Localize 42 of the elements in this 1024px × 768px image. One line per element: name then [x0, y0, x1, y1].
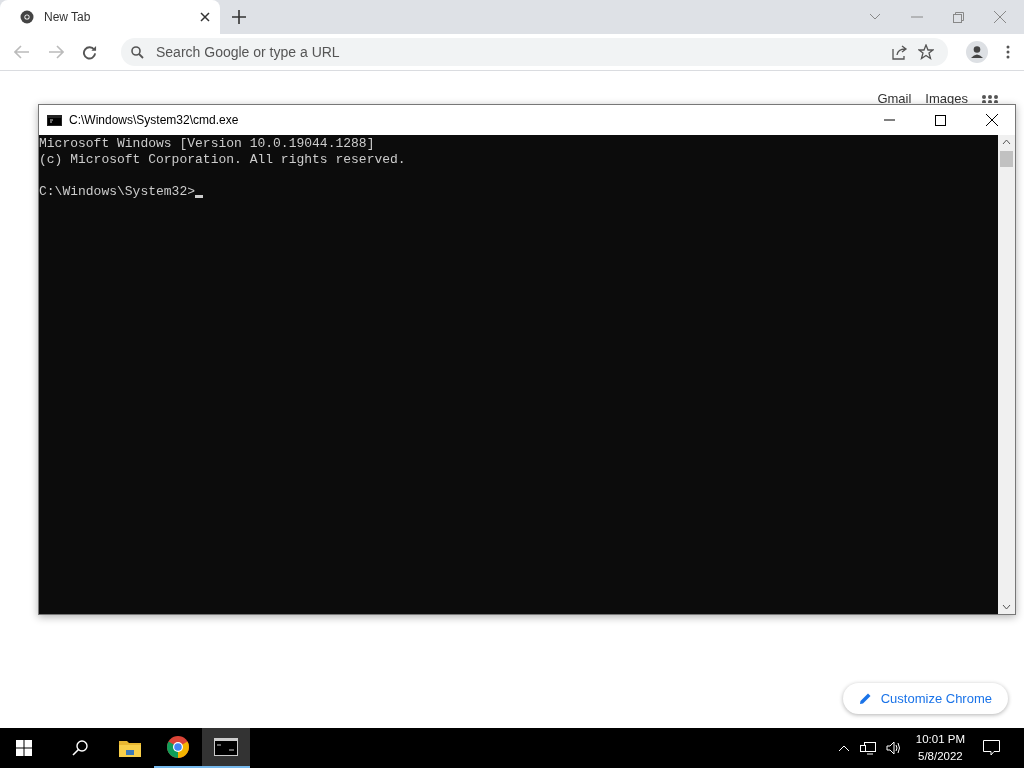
folder-icon	[119, 739, 141, 757]
console-icon	[214, 738, 238, 756]
chevron-down-icon[interactable]	[869, 13, 881, 21]
chrome-icon	[20, 10, 34, 24]
scrollbar-thumb[interactable]	[1000, 151, 1013, 167]
scroll-up-icon[interactable]	[1002, 139, 1011, 145]
address-bar[interactable]: Search Google or type a URL	[121, 38, 948, 66]
windows-start-icon[interactable]	[16, 740, 32, 756]
header-link[interactable]: Images	[925, 91, 968, 106]
address-field[interactable]: Search Google or type a URL	[154, 43, 882, 61]
search-icon[interactable]	[72, 740, 88, 756]
chevron-up-icon[interactable]	[837, 744, 850, 752]
profile-icon[interactable]	[966, 41, 988, 63]
restore-icon[interactable]	[953, 11, 964, 23]
console-prompt: C:\Windows\System32>	[39, 184, 196, 200]
chrome-icon	[167, 736, 189, 758]
speaker-icon[interactable]	[885, 741, 902, 755]
notification-icon[interactable]	[983, 740, 1000, 756]
text-cursor	[195, 195, 204, 198]
console-output: (c) Microsoft Corporation. All rights reserved.	[39, 152, 407, 168]
maximize-icon[interactable]	[935, 114, 946, 126]
close-icon[interactable]	[200, 12, 210, 22]
browser-tab[interactable]: New Tab	[0, 0, 220, 34]
star-icon[interactable]	[918, 44, 934, 60]
customize-button[interactable]: Customize Chrome	[842, 683, 1008, 714]
menu-icon[interactable]	[1006, 45, 1010, 59]
clock[interactable]: 10:01 PM 5/8/2022	[915, 731, 965, 765]
reload-icon[interactable]	[82, 44, 97, 60]
close-icon[interactable]	[986, 114, 998, 126]
console-icon	[47, 114, 62, 126]
search-icon	[131, 45, 144, 59]
apps-grid-icon[interactable]	[982, 94, 998, 103]
scrollbar[interactable]	[998, 135, 1015, 614]
new-tab-icon[interactable]	[232, 10, 246, 24]
network-icon[interactable]	[859, 741, 876, 755]
scroll-down-icon[interactable]	[1002, 604, 1011, 610]
taskbar-app[interactable]	[202, 728, 250, 768]
pencil-icon	[858, 692, 872, 705]
share-icon[interactable]	[892, 44, 908, 60]
window-title: C:\Windows\System32\cmd.exe	[69, 113, 239, 127]
console-output: Microsoft Windows [Version 10.0.19044.1288]	[39, 136, 376, 152]
header-link[interactable]: Gmail	[877, 91, 912, 106]
